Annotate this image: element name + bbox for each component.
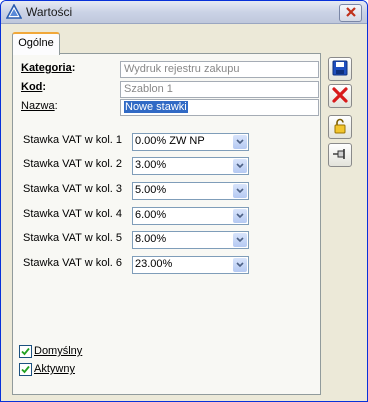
nazwa-label: Nazwa:	[21, 100, 58, 112]
vat-select-5[interactable]: 8.00%	[132, 231, 249, 249]
pin-button[interactable]	[328, 143, 352, 167]
chevron-down-icon[interactable]	[233, 159, 247, 173]
lock-icon	[332, 118, 348, 137]
vat-select-1[interactable]: 0.00% ZW NP	[132, 133, 249, 151]
save-icon	[332, 60, 348, 79]
dialog-window: Wartości Ogólne Kategoria: Wydruk rejest…	[0, 0, 368, 402]
kategoria-field[interactable]: Wydruk rejestru zakupu	[120, 61, 319, 78]
nazwa-field[interactable]: Nowe stawki	[120, 99, 319, 116]
save-button[interactable]	[328, 57, 352, 81]
chevron-down-icon[interactable]	[233, 135, 247, 149]
checkmark-icon	[21, 365, 30, 374]
chevron-down-icon[interactable]	[233, 184, 247, 198]
domyslny-checkbox[interactable]	[19, 345, 32, 358]
vat-select-3[interactable]: 5.00%	[132, 182, 249, 200]
chevron-down-icon[interactable]	[233, 233, 247, 247]
vat-label-3: Stawka VAT w kol. 3	[23, 183, 123, 195]
tab-panel: Kategoria: Wydruk rejestru zakupu Kod: S…	[12, 53, 321, 395]
checkmark-icon	[21, 347, 30, 356]
nazwa-value: Nowe stawki	[124, 101, 188, 113]
vat-select-2[interactable]: 3.00%	[132, 157, 249, 175]
window-title: Wartości	[26, 5, 73, 19]
chevron-down-icon[interactable]	[233, 209, 247, 223]
kategoria-label: Kategoria:	[21, 62, 76, 74]
tab-ogolne[interactable]: Ogólne	[12, 32, 60, 55]
domyslny-label[interactable]: Domyślny	[34, 345, 82, 357]
vat-select-value: 0.00% ZW NP	[135, 135, 205, 147]
title-bar[interactable]: Wartości	[1, 1, 367, 24]
vat-select-4[interactable]: 6.00%	[132, 207, 249, 225]
app-triangle-icon	[5, 3, 23, 20]
pin-icon	[332, 146, 348, 165]
chevron-down-icon[interactable]	[233, 258, 247, 272]
aktywny-label[interactable]: Aktywny	[34, 363, 75, 375]
vat-label-4: Stawka VAT w kol. 4	[23, 208, 123, 220]
kod-field[interactable]: Szablon 1	[120, 81, 319, 98]
cancel-icon	[332, 86, 348, 106]
vat-select-value: 8.00%	[135, 233, 167, 245]
vat-label-2: Stawka VAT w kol. 2	[23, 158, 123, 170]
vat-select-value: 6.00%	[135, 209, 167, 221]
cancel-button[interactable]	[328, 84, 352, 108]
vat-select-value: 23.00%	[135, 258, 173, 270]
vat-label-6: Stawka VAT w kol. 6	[23, 257, 123, 269]
vat-select-value: 5.00%	[135, 184, 167, 196]
close-icon	[345, 6, 356, 20]
vat-select-value: 3.00%	[135, 159, 167, 171]
vat-select-6[interactable]: 23.00%	[132, 256, 249, 274]
vat-label-5: Stawka VAT w kol. 5	[23, 232, 123, 244]
aktywny-checkbox[interactable]	[19, 363, 32, 376]
lock-button[interactable]	[328, 115, 352, 139]
close-button[interactable]	[339, 4, 362, 22]
kod-label: Kod:	[21, 81, 47, 93]
vat-label-1: Stawka VAT w kol. 1	[23, 134, 123, 146]
